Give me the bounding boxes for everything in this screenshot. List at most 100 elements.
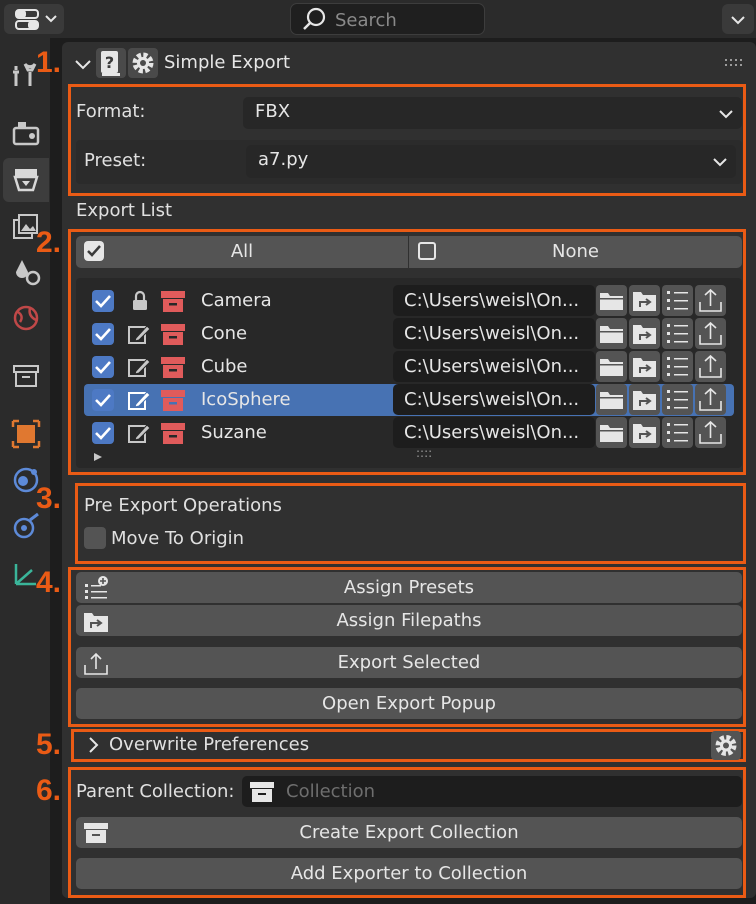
preset-dropdown[interactable]: a7.py (246, 145, 736, 178)
folder-icon (600, 326, 623, 343)
redirect-folder-button[interactable] (629, 318, 660, 349)
collection-exporter-icon[interactable] (160, 387, 186, 413)
redirect-folder-button[interactable] (629, 351, 660, 382)
format-value: FBX (255, 101, 291, 122)
drag-handle-icon[interactable] (724, 58, 746, 68)
format-dropdown[interactable]: FBX (243, 97, 742, 129)
item-filepath-field[interactable]: C:\Users\weisl\On... (393, 351, 595, 382)
editor-type-button[interactable] (4, 4, 64, 34)
export-item-button[interactable] (695, 318, 726, 349)
editor-type-icon (15, 9, 57, 30)
item-filepath-text: C:\Users\weisl\On... (404, 323, 580, 344)
browse-folder-button[interactable] (596, 351, 627, 382)
checkmark-icon (95, 394, 111, 407)
edit-icon[interactable] (126, 420, 152, 446)
collection-exporter-icon[interactable] (160, 354, 186, 380)
browse-folder-button[interactable] (596, 384, 627, 415)
item-filepath-field[interactable]: C:\Users\weisl\On... (393, 285, 595, 316)
move-to-origin-checkbox[interactable] (84, 527, 106, 549)
preset-list-button[interactable] (662, 384, 693, 415)
redirect-folder-button[interactable] (629, 285, 660, 316)
list-icon (667, 324, 688, 343)
item-filepath-field[interactable]: C:\Users\weisl\On... (393, 384, 595, 415)
export-item-button[interactable] (695, 384, 726, 415)
checkmark-icon (95, 328, 111, 341)
options-dropdown-button[interactable] (722, 4, 754, 34)
list-icon (667, 423, 688, 442)
assign-filepaths-label: Assign Filepaths (336, 610, 482, 631)
lock-icon[interactable] (128, 289, 152, 313)
preset-list-button[interactable] (662, 285, 693, 316)
collection-icon[interactable] (10, 360, 42, 392)
output-icon[interactable] (10, 164, 42, 196)
item-filepath-field[interactable]: C:\Users\weisl\On... (393, 417, 595, 448)
collection-exporter-icon[interactable] (160, 321, 186, 347)
folder-redirect-icon (633, 325, 656, 344)
search-input[interactable]: Search (290, 3, 485, 35)
item-filepath-field[interactable]: C:\Users\weisl\On... (393, 318, 595, 349)
annotation-3: 3. (36, 482, 62, 515)
export-item-button[interactable] (695, 285, 726, 316)
object-icon[interactable] (10, 418, 42, 450)
item-checkbox[interactable] (92, 323, 114, 345)
assign-presets-button[interactable]: Assign Presets (76, 572, 742, 603)
assign-filepaths-button[interactable]: Assign Filepaths (76, 605, 742, 636)
export-item-button[interactable] (695, 417, 726, 448)
render-icon[interactable] (10, 118, 42, 150)
select-none-button[interactable]: None (409, 236, 742, 268)
browse-folder-button[interactable] (596, 417, 627, 448)
panel-title: Simple Export (164, 52, 291, 73)
redirect-folder-button[interactable] (629, 417, 660, 448)
overwrite-preferences-label[interactable]: Overwrite Preferences (109, 734, 309, 755)
overwrite-settings-button[interactable] (711, 731, 741, 760)
world-icon[interactable] (10, 302, 42, 334)
list-icon (667, 357, 688, 376)
annotation-5: 5. (36, 728, 62, 761)
add-exporter-to-collection-label: Add Exporter to Collection (290, 863, 528, 884)
edit-icon[interactable] (126, 321, 152, 347)
item-name: Suzane (201, 422, 267, 443)
settings-button[interactable] (128, 48, 158, 78)
browse-folder-button[interactable] (596, 318, 627, 349)
item-checkbox[interactable] (92, 356, 114, 378)
collection-exporter-icon[interactable] (160, 288, 186, 314)
select-all-button[interactable]: All (76, 236, 408, 268)
scene-icon[interactable] (10, 256, 42, 288)
expand-triangle-icon[interactable] (92, 451, 104, 463)
folder-redirect-icon (633, 424, 656, 443)
export-selected-button[interactable]: Export Selected (76, 647, 742, 678)
edit-icon[interactable] (126, 387, 152, 413)
collection-exporter-icon[interactable] (160, 420, 186, 446)
chevron-down-icon (731, 16, 745, 25)
export-icon (699, 420, 722, 444)
edit-icon[interactable] (126, 354, 152, 380)
item-checkbox[interactable] (92, 389, 114, 411)
item-filepath-text: C:\Users\weisl\On... (404, 422, 580, 443)
open-export-popup-button[interactable]: Open Export Popup (76, 688, 742, 719)
collapse-chevron-icon[interactable] (72, 54, 94, 74)
create-export-collection-button[interactable]: Create Export Collection (76, 817, 742, 848)
preset-list-button[interactable] (662, 351, 693, 382)
annotation-1: 1. (36, 46, 62, 79)
item-checkbox[interactable] (92, 290, 114, 312)
help-manual-button[interactable]: ? (96, 48, 126, 78)
add-exporter-to-collection-button[interactable]: Add Exporter to Collection (76, 858, 742, 889)
open-export-popup-label: Open Export Popup (322, 693, 496, 714)
chevron-right-icon[interactable] (84, 734, 102, 756)
folder-redirect-icon (633, 391, 656, 410)
redirect-folder-button[interactable] (629, 384, 660, 415)
gear-icon (715, 735, 737, 756)
chevron-down-icon (713, 158, 727, 167)
browse-folder-button[interactable] (596, 285, 627, 316)
preset-list-button[interactable] (662, 318, 693, 349)
item-filepath-text: C:\Users\weisl\On... (404, 389, 580, 410)
checkmark-icon (95, 361, 111, 374)
parent-collection-field[interactable]: Collection (242, 776, 742, 807)
export-icon (699, 387, 722, 411)
preset-label: Preset: (84, 150, 147, 171)
list-resize-grip[interactable]: :::: (416, 446, 432, 460)
item-checkbox[interactable] (92, 422, 114, 444)
preset-list-button[interactable] (662, 417, 693, 448)
preset-value: a7.py (258, 149, 309, 170)
export-item-button[interactable] (695, 351, 726, 382)
